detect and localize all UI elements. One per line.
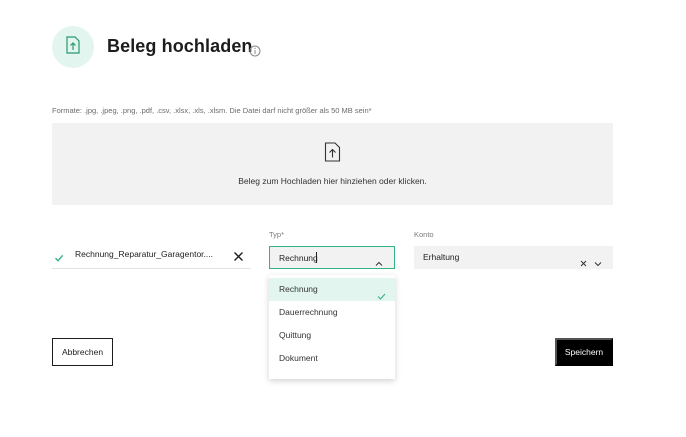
file-name: Rechnung_Reparatur_Garagentor.... — [75, 249, 213, 259]
option-label: Rechnung — [279, 284, 318, 294]
save-button[interactable]: Speichern — [555, 338, 613, 366]
info-icon[interactable] — [249, 44, 261, 57]
upload-dropzone[interactable]: Beleg zum Hochladen hier hinziehen oder … — [52, 123, 613, 205]
chevron-up-icon[interactable] — [375, 254, 383, 272]
close-icon[interactable] — [233, 249, 244, 267]
uploaded-file-row: Rechnung_Reparatur_Garagentor.... — [52, 245, 251, 269]
typ-option-dokument[interactable]: Dokument — [269, 347, 395, 370]
typ-value: Rechnung — [279, 253, 318, 263]
clear-icon[interactable] — [580, 254, 587, 272]
chevron-down-icon[interactable] — [594, 254, 602, 272]
option-label: Dauerrechnung — [279, 307, 338, 317]
option-label: Quittung — [279, 330, 312, 340]
cancel-button[interactable]: Abbrechen — [52, 338, 113, 366]
text-cursor — [316, 252, 317, 263]
typ-select[interactable]: Rechnung — [269, 246, 395, 269]
header-icon-badge — [52, 26, 94, 68]
konto-label: Konto — [414, 230, 434, 239]
typ-option-rechnung[interactable]: Rechnung — [269, 278, 395, 301]
upload-file-icon — [324, 142, 341, 167]
option-label: Dokument — [279, 353, 318, 363]
formats-hint: Formate: .jpg, .jpeg, .png, .pdf, .csv, … — [52, 106, 372, 115]
typ-dropdown-menu: Rechnung Dauerrechnung Quittung Dokument — [269, 275, 395, 379]
page-title: Beleg hochladen — [107, 36, 253, 56]
konto-value: Erhaltung — [423, 252, 460, 262]
typ-option-dauerrechnung[interactable]: Dauerrechnung — [269, 301, 395, 324]
check-icon — [54, 250, 64, 268]
konto-select[interactable]: Erhaltung — [414, 246, 613, 269]
typ-option-quittung[interactable]: Quittung — [269, 324, 395, 347]
dropzone-text: Beleg zum Hochladen hier hinziehen oder … — [238, 176, 427, 186]
typ-label: Typ* — [269, 230, 285, 239]
document-upload-icon — [65, 35, 81, 59]
